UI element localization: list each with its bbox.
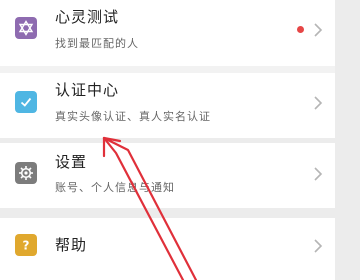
section-divider [0,66,335,73]
star-of-david-icon [15,17,37,39]
menu-item-title: 认证中心 [55,81,120,99]
menu-item-subtitle: 找到最匹配的人 [55,37,139,50]
menu-item-title: 帮助 [55,236,88,254]
notification-dot [297,26,304,33]
chevron-right-icon [314,96,323,110]
menu-item-verification-center[interactable]: 认证中心 真实头像认证、真人实名认证 [0,73,335,138]
menu-item-subtitle: 账号、个人信息与通知 [55,181,175,194]
menu-group-settings: 设置 账号、个人信息与通知 [0,143,335,208]
menu-item-settings[interactable]: 设置 账号、个人信息与通知 [0,143,335,208]
menu-item-title: 心灵测试 [55,8,120,26]
question-icon: ? [15,234,37,256]
menu-item-subtitle: 真实头像认证、真人实名认证 [55,110,211,123]
menu-item-soul-test[interactable]: 心灵测试 找到最匹配的人 [0,0,335,65]
chevron-right-icon [314,239,323,253]
gear-icon [15,162,37,184]
chevron-right-icon [314,23,323,37]
chevron-right-icon [314,167,323,181]
menu-group-help: ? 帮助 [0,218,335,280]
svg-text:?: ? [23,239,30,253]
menu-item-help[interactable]: ? 帮助 [0,218,335,280]
menu-group-top: 心灵测试 找到最匹配的人 认证中心 真实头像认证、真人实名认证 [0,0,335,138]
menu-item-title: 设置 [55,153,88,171]
checkbox-icon [15,91,37,113]
